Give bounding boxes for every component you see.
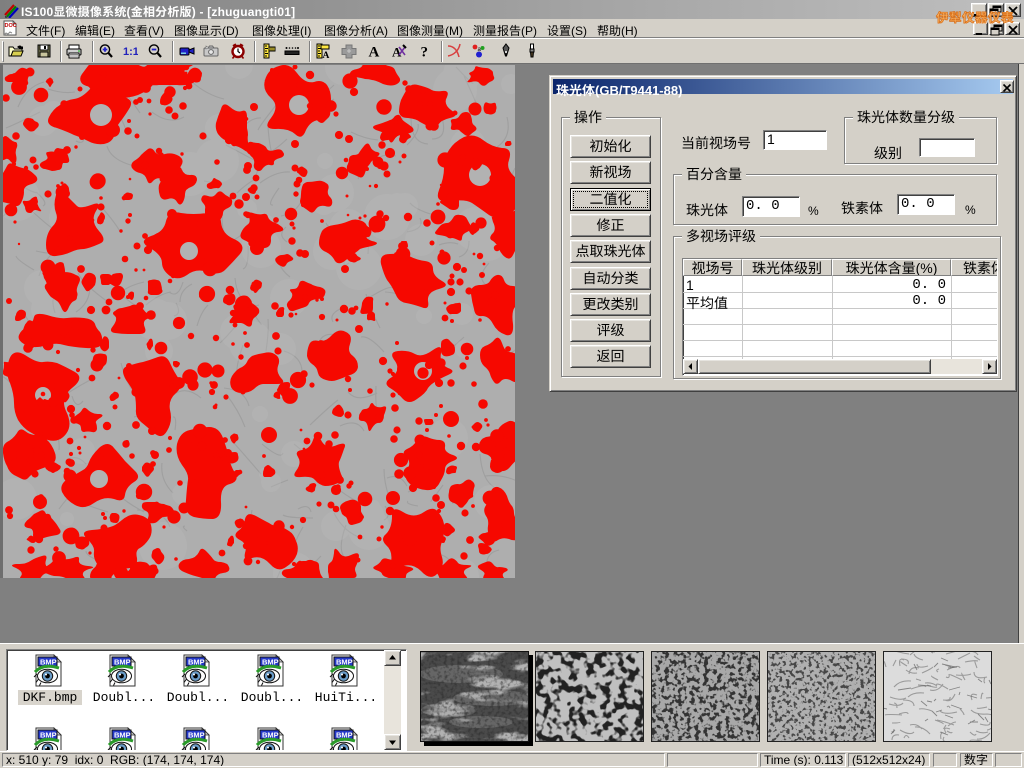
svg-text:A: A — [323, 51, 330, 59]
svg-text:A: A — [369, 45, 380, 60]
svg-text:DOC: DOC — [5, 23, 17, 29]
svg-text:1:1: 1:1 — [123, 46, 138, 58]
svg-text:?: ? — [421, 45, 429, 60]
